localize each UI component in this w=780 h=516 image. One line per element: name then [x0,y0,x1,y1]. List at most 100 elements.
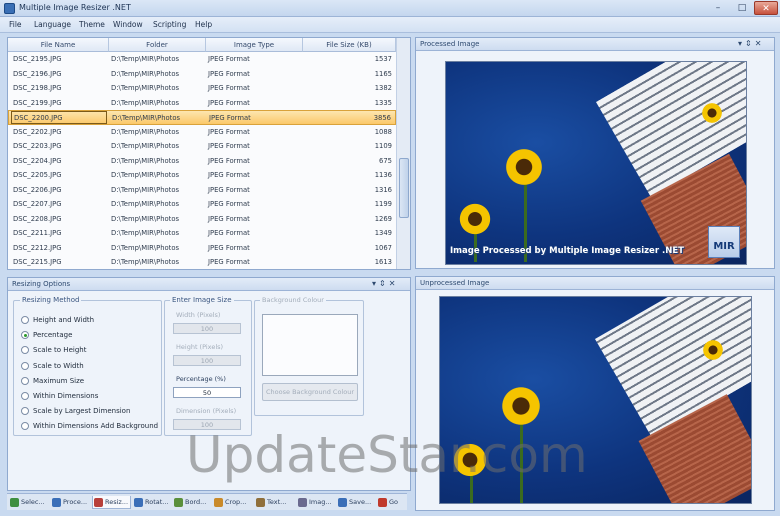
file-size-cell: 675 [379,156,392,165]
method-option[interactable]: Maximum Size [21,376,161,387]
table-row[interactable]: DSC_2198.JPG D:\Temp\MIR\Photos JPEG Forma… [8,81,396,96]
resizing-options-header: Resizing Options [8,278,410,291]
method-option[interactable]: Scale to Height [21,346,161,356]
folder-cell: D:\Temp\MIR\Photos [111,127,180,136]
app-icon [4,3,15,14]
tab-save[interactable]: Save... [337,496,375,509]
menu-window[interactable]: Window [113,20,143,29]
method-option[interactable]: Within Dimensions [21,392,161,402]
radio-button[interactable] [21,392,29,400]
radio-button[interactable] [21,331,29,340]
tab-label: Save... [349,498,372,506]
table-row[interactable]: DSC_2203.JPG D:\Temp\MIR\Photos JPEG Forma… [8,139,396,154]
file-name-cell: DSC_2204.JPG [13,156,62,165]
method-label: Scale to Width [33,361,84,370]
file-size-cell: 1349 [374,229,392,237]
column-header-file-size[interactable]: File Size (KB) [303,38,396,52]
radio-button[interactable] [21,422,29,431]
file-list[interactable]: File Name Folder Image Type File Size (K… [8,38,396,269]
file-name-cell: DSC_2203.JPG [13,142,62,150]
table-row[interactable]: DSC_2195.JPG D:\Temp\MIR\Photos JPEG Forma… [8,52,396,67]
radio-button[interactable] [21,376,29,385]
tab-selec[interactable]: Selec... [9,496,49,509]
image-type-cell: JPEG Format [208,171,250,179]
tab-icon [378,498,387,507]
table-row[interactable]: DSC_2208.JPG D:\Temp\MIR\Photos JPEG Forma… [8,212,396,227]
menu-theme[interactable]: Theme [79,20,105,29]
table-row[interactable]: DSC_2199.JPG D:\Temp\MIR\Photos JPEG Forma… [8,96,396,111]
panel-controls[interactable]: ▾⇕✕ [372,279,398,288]
file-rows: DSC_2195.JPG D:\Temp\MIR\Photos JPEG Forma… [8,52,396,269]
unprocessed-image-header: Unprocessed Image [416,277,774,290]
percentage-field[interactable]: 50 [173,387,241,398]
choose-background-colour-button[interactable]: Choose Background Colour [262,383,358,401]
tab-bord[interactable]: Bord... [173,496,211,509]
menu-scripting[interactable]: Scripting [153,20,186,29]
tab-go[interactable]: Go [377,496,405,509]
table-row[interactable]: DSC_2200.JPG D:\Temp\MIR\Photos JPEG Forma… [8,110,396,125]
table-row[interactable]: DSC_2215.JPG D:\Temp\MIR\Photos JPEG Forma… [8,255,396,269]
minimize-button[interactable]: – [706,1,730,15]
table-row[interactable]: DSC_2206.JPG D:\Temp\MIR\Photos JPEG Forma… [8,183,396,198]
table-row[interactable]: DSC_2207.JPG D:\Temp\MIR\Photos JPEG Forma… [8,197,396,212]
menu-language[interactable]: Language [34,20,71,29]
folder-cell: D:\Temp\MIR\Photos [111,55,180,63]
scrollbar-thumb[interactable] [399,158,409,218]
menu-bar: File Language Theme Window Scripting Hel… [0,17,780,33]
tab-imag[interactable]: Imag... [297,496,335,509]
radio-button[interactable] [21,361,29,370]
window-title: Multiple Image Resizer .NET [19,3,131,12]
file-size-cell: 1165 [374,69,392,78]
tab-icon [94,498,103,507]
height-field[interactable]: 100 [173,355,241,366]
method-option[interactable]: Percentage [21,331,161,341]
column-header-image-type[interactable]: Image Type [206,38,303,52]
updatestar-watermark: UpdateStar.com [186,426,588,484]
method-label: Within Dimensions [33,392,99,400]
column-header-file-name[interactable]: File Name [8,38,109,52]
processed-panel-controls[interactable]: ▾⇕✕ [738,39,764,48]
image-type-cell: JPEG Format [208,98,250,107]
width-field[interactable]: 100 [173,323,241,334]
radio-button[interactable] [21,316,29,324]
tab-icon [214,498,223,507]
menu-help[interactable]: Help [195,20,212,29]
tab-icon [174,498,183,507]
tab-text[interactable]: Text... [255,496,295,509]
method-option[interactable]: Height and Width [21,316,161,326]
file-list-scrollbar[interactable] [396,38,410,269]
image-type-cell: JPEG Format [208,185,250,194]
file-size-cell: 1269 [374,214,392,223]
image-type-cell: JPEG Format [208,127,250,136]
table-row[interactable]: DSC_2212.JPG D:\Temp\MIR\Photos JPEG Forma… [8,241,396,256]
table-row[interactable]: DSC_2205.JPG D:\Temp\MIR\Photos JPEG Forma… [8,168,396,183]
width-label: Width (Pixels) [176,311,221,319]
maximize-button[interactable]: □ [730,1,754,15]
table-row[interactable]: DSC_2202.JPG D:\Temp\MIR\Photos JPEG Forma… [8,125,396,140]
method-option[interactable]: Scale by Largest Dimension [21,407,161,417]
method-option[interactable]: Scale to Width [21,361,161,372]
tab-resiz[interactable]: Resiz... [92,496,131,509]
radio-button[interactable] [21,407,29,416]
tab-rotat[interactable]: Rotat... [133,496,171,509]
file-size-cell: 1199 [374,200,392,208]
close-button[interactable]: ✕ [754,1,778,15]
column-header-folder[interactable]: Folder [109,38,206,52]
folder-cell: D:\Temp\MIR\Photos [111,156,180,165]
file-name-cell: DSC_2199.JPG [13,98,62,107]
table-row[interactable]: DSC_2196.JPG D:\Temp\MIR\Photos JPEG Forma… [8,67,396,82]
file-size-cell: 1088 [374,127,392,136]
menu-file[interactable]: File [9,20,22,29]
tab-proce[interactable]: Proce... [51,496,90,509]
radio-button[interactable] [21,346,29,355]
image-size-title: Enter Image Size [170,296,234,304]
tab-label: Resiz... [105,498,129,506]
tab-crop[interactable]: Crop... [213,496,253,509]
method-option[interactable]: Within Dimensions Add Background [21,422,161,432]
folder-cell: D:\Temp\MIR\Photos [111,142,180,150]
folder-cell: D:\Temp\MIR\Photos [111,69,180,78]
tab-icon [298,498,307,507]
table-row[interactable]: DSC_2204.JPG D:\Temp\MIR\Photos JPEG Forma… [8,154,396,169]
folder-cell: D:\Temp\MIR\Photos [111,171,180,179]
table-row[interactable]: DSC_2211.JPG D:\Temp\MIR\Photos JPEG Forma… [8,226,396,241]
